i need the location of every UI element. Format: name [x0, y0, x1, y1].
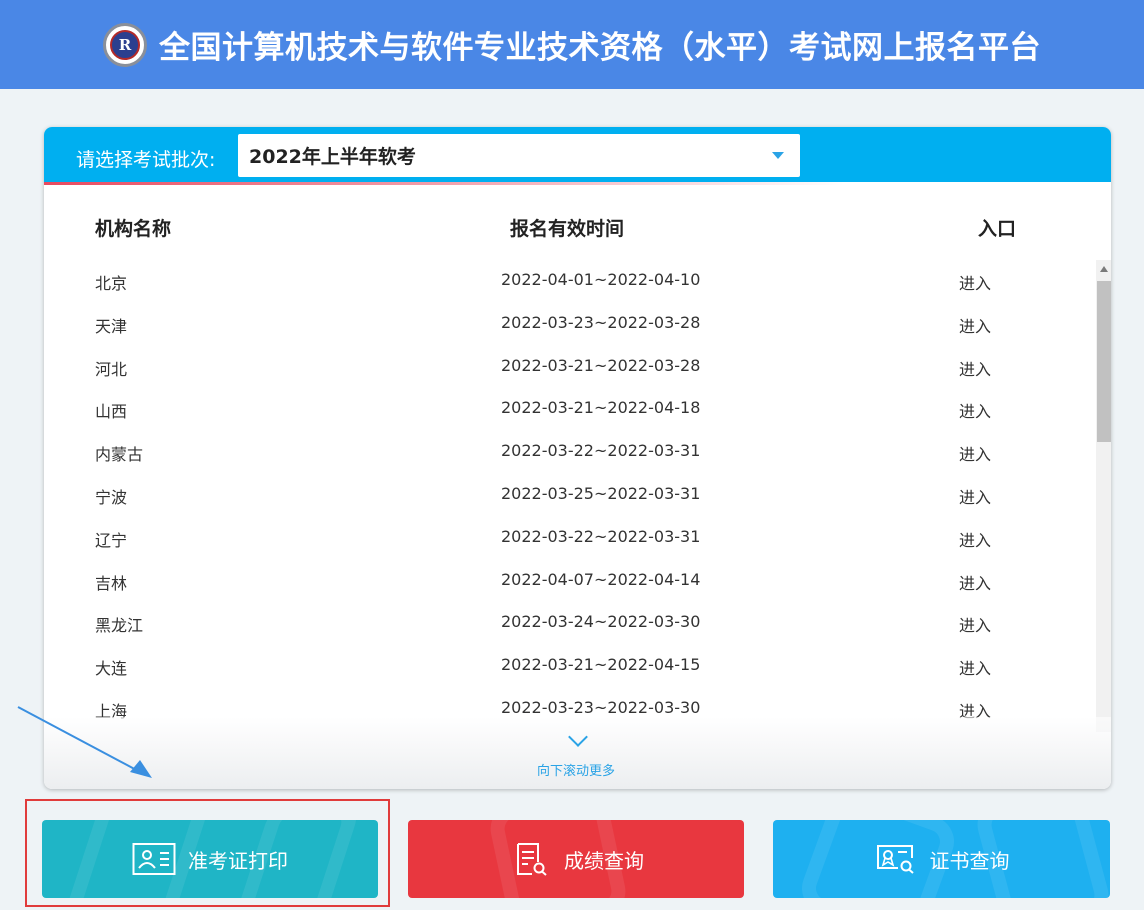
- button-decoration: [59, 820, 215, 898]
- table-row: 内蒙古 2022-03-22~2022-03-31 进入: [44, 430, 1094, 473]
- institution-name: 吉林: [95, 573, 128, 593]
- table-row: 山西 2022-03-21~2022-04-18 进入: [44, 387, 1094, 430]
- registration-period: 2022-03-22~2022-03-31: [501, 526, 701, 546]
- admit-ticket-print-button[interactable]: 准考证打印: [42, 820, 378, 898]
- column-header-entry: 入口: [978, 218, 1017, 240]
- logo-mark: R: [110, 29, 140, 60]
- certificate-query-button[interactable]: 证书查询: [773, 820, 1110, 898]
- scrollbar-thumb[interactable]: [1097, 281, 1111, 442]
- column-header-name: 机构名称: [95, 218, 172, 240]
- bar-accent-line: [44, 182, 1111, 185]
- column-header-time: 报名有效时间: [510, 218, 625, 240]
- institution-name: 大连: [95, 659, 128, 679]
- list-scrollbar[interactable]: [1096, 260, 1111, 732]
- caret-down-icon: [772, 152, 784, 159]
- enter-link[interactable]: 进入: [959, 270, 991, 294]
- batch-label: 请选择考试批次:: [76, 149, 216, 171]
- button-decoration: [485, 820, 631, 898]
- batch-selected-value: 2022年上半年软考: [249, 146, 416, 168]
- registration-period: 2022-04-01~2022-04-10: [501, 270, 701, 289]
- registration-period: 2022-03-23~2022-03-30: [501, 697, 701, 717]
- registration-period: 2022-03-21~2022-04-18: [501, 398, 701, 418]
- institution-name: 河北: [95, 359, 128, 379]
- registration-period: 2022-03-24~2022-03-30: [501, 612, 701, 632]
- registration-period: 2022-04-07~2022-04-14: [501, 569, 701, 589]
- batch-selector-bar: 请选择考试批次: 2022年上半年软考: [44, 127, 1111, 182]
- registration-period: 2022-03-21~2022-03-28: [501, 355, 701, 375]
- site-title: 全国计算机技术与软件专业技术资格（水平）考试网上报名平台: [159, 30, 1041, 66]
- table-row: 天津 2022-03-23~2022-03-28 进入: [44, 302, 1094, 345]
- institution-name: 北京: [95, 274, 128, 293]
- table-row: 黑龙江 2022-03-24~2022-03-30 进入: [44, 601, 1094, 644]
- scroll-more-hint[interactable]: 向下滚动更多: [537, 760, 615, 779]
- institution-name: 辽宁: [95, 530, 128, 550]
- enter-link[interactable]: 进入: [959, 398, 991, 422]
- site-header: R 全国计算机技术与软件专业技术资格（水平）考试网上报名平台: [0, 0, 1144, 89]
- exam-registration-panel: 请选择考试批次: 2022年上半年软考 机构名称 报名有效时间 入口 北京 20…: [44, 127, 1111, 789]
- enter-link[interactable]: 进入: [959, 356, 991, 380]
- institution-name: 宁波: [95, 487, 128, 507]
- institution-list: 北京 2022-04-01~2022-04-10 进入 天津 2022-03-2…: [44, 259, 1094, 730]
- institution-name: 天津: [95, 316, 128, 336]
- table-row: 大连 2022-03-21~2022-04-15 进入: [44, 644, 1094, 687]
- enter-link[interactable]: 进入: [959, 612, 991, 636]
- institution-name: 内蒙古: [95, 445, 144, 465]
- enter-link[interactable]: 进入: [959, 527, 991, 551]
- registration-period: 2022-03-22~2022-03-31: [501, 441, 701, 461]
- enter-link[interactable]: 进入: [959, 484, 991, 508]
- batch-select[interactable]: 2022年上半年软考: [238, 134, 800, 177]
- institution-name: 山西: [95, 402, 128, 422]
- annotation-arrow-icon: [17, 706, 152, 778]
- institution-name: 黑龙江: [95, 616, 144, 636]
- table-row: 北京 2022-04-01~2022-04-10 进入: [44, 259, 1094, 302]
- site-logo-icon: R: [103, 22, 147, 67]
- table-row: 吉林 2022-04-07~2022-04-14 进入: [44, 559, 1094, 602]
- table-row: 宁波 2022-03-25~2022-03-31 进入: [44, 473, 1094, 516]
- registration-period: 2022-03-23~2022-03-28: [501, 312, 701, 332]
- button-decoration: [794, 820, 962, 898]
- scroll-up-icon[interactable]: [1100, 266, 1108, 272]
- score-query-button[interactable]: 成绩查询: [408, 820, 744, 898]
- enter-link[interactable]: 进入: [959, 655, 991, 679]
- table-row: 辽宁 2022-03-22~2022-03-31 进入: [44, 516, 1094, 559]
- registration-period: 2022-03-25~2022-03-31: [501, 483, 701, 503]
- registration-period: 2022-03-21~2022-04-15: [501, 655, 701, 675]
- enter-link[interactable]: 进入: [959, 313, 991, 337]
- enter-link[interactable]: 进入: [959, 441, 991, 465]
- enter-link[interactable]: 进入: [959, 570, 991, 594]
- table-row: 河北 2022-03-21~2022-03-28 进入: [44, 345, 1094, 388]
- button-decoration: [971, 820, 1110, 898]
